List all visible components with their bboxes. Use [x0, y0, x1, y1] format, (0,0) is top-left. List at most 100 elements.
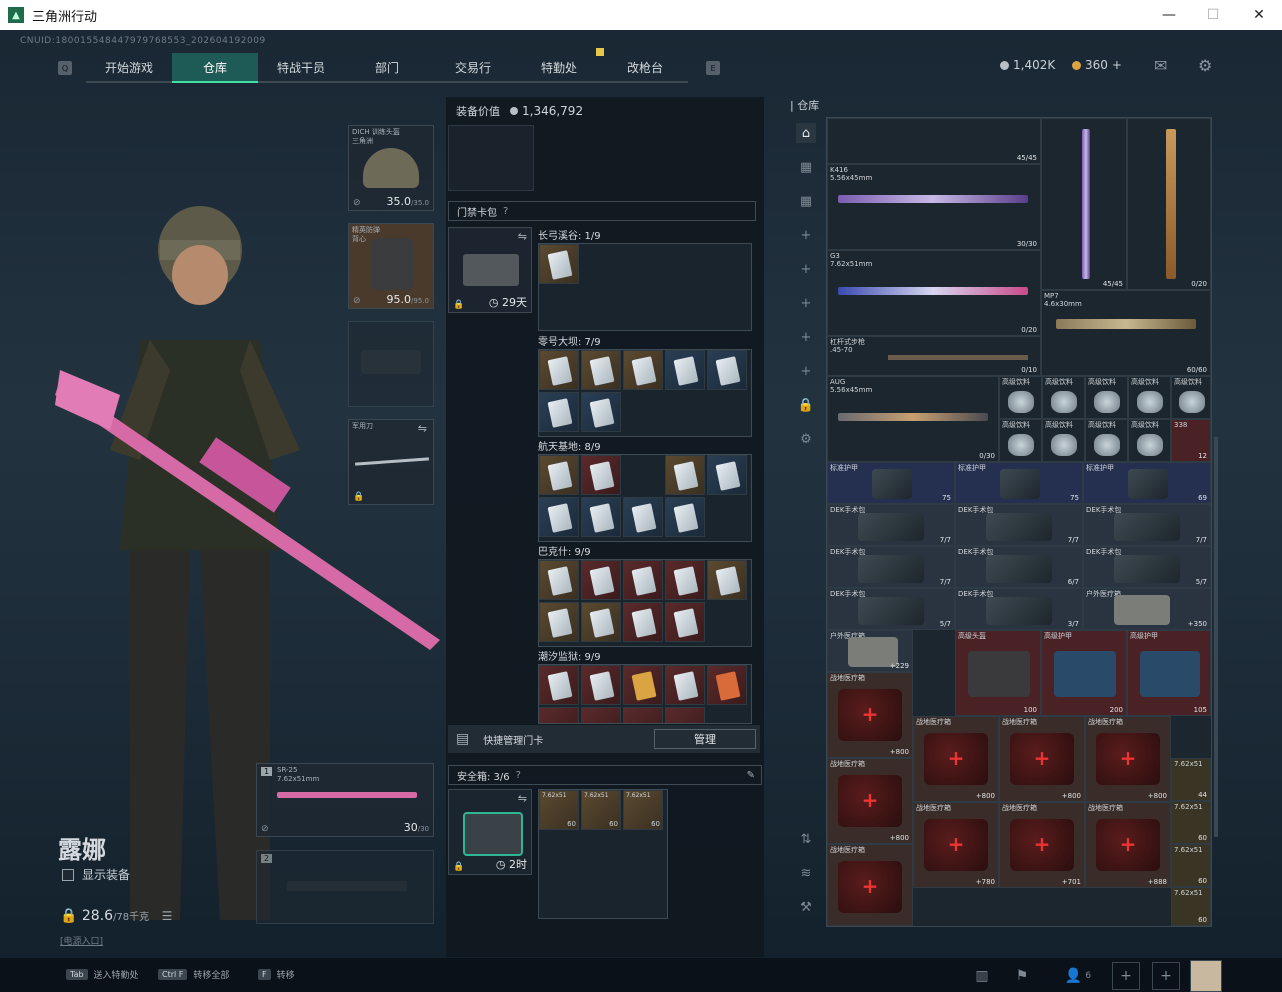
keycard-item[interactable]	[707, 350, 747, 390]
outdoor-medkit[interactable]: 户外医疗箱 +229	[827, 630, 913, 672]
keycard-item[interactable]	[539, 707, 579, 723]
heavy-armor[interactable]: 高级护甲 105	[1127, 630, 1211, 716]
keycard-item[interactable]	[581, 497, 621, 537]
warehouse-tab-icon[interactable]: ▦	[796, 191, 816, 211]
keycard-item[interactable]	[623, 350, 663, 390]
surgery-kit[interactable]: DEK手术包 5/7	[1083, 546, 1211, 588]
hint-transfer[interactable]: F 转移	[258, 968, 295, 981]
drink-item[interactable]: 高级饮料	[1128, 376, 1171, 419]
warehouse-all-tab-icon[interactable]: ⌂	[796, 123, 816, 143]
hint-send-special[interactable]: Tab 送入特勤处	[66, 968, 139, 981]
keycard-item[interactable]	[539, 497, 579, 537]
weapon-k416[interactable]: K416 5.56x45mm 30/30	[827, 164, 1041, 250]
add-teammate-button[interactable]: +	[1152, 962, 1180, 990]
keycard-item[interactable]	[581, 707, 621, 723]
surgery-kit[interactable]: DEK手术包 7/7	[1083, 504, 1211, 546]
drink-item[interactable]: 高级饮料	[999, 419, 1042, 462]
settings-tab-icon[interactable]: ⚙	[796, 429, 816, 449]
ammo-item[interactable]: 7.62x51 60	[1171, 801, 1211, 844]
keycard-item[interactable]	[581, 560, 621, 600]
keycard-item[interactable]	[665, 560, 705, 600]
tab-start-game[interactable]: 开始游戏	[86, 53, 172, 83]
stats-icon[interactable]: ▥	[968, 962, 996, 990]
field-medkit[interactable]: 战地医疗箱+780	[913, 802, 999, 888]
drink-stack-item[interactable]: 338 12	[1171, 419, 1211, 462]
keycard-item[interactable]	[665, 602, 705, 642]
keycard-item[interactable]	[581, 665, 621, 705]
weapon-g3[interactable]: G3 7.62x51mm 0/20	[827, 250, 1041, 336]
add-tab-icon[interactable]: +	[796, 327, 816, 347]
keycard-item[interactable]	[623, 665, 663, 705]
show-equipment-checkbox[interactable]	[62, 868, 74, 881]
keycard-item[interactable]	[665, 707, 705, 723]
drink-item[interactable]: 高级饮料	[1085, 419, 1128, 462]
flag-icon[interactable]: ⚑	[1008, 962, 1036, 990]
field-medkit[interactable]: 战地医疗箱+800	[999, 716, 1085, 802]
field-medkit[interactable]: 战地医疗箱+888	[1085, 802, 1171, 888]
drink-item[interactable]: 高级饮料	[1042, 376, 1085, 419]
pin-icon[interactable]: ✎	[747, 770, 755, 781]
keycard-item[interactable]	[539, 665, 579, 705]
ammo-item[interactable]: 7.62x51 44	[1171, 758, 1211, 801]
keycard-item[interactable]	[539, 455, 579, 495]
surgery-kit[interactable]: DEK手术包 5/7	[827, 588, 955, 630]
standard-armor[interactable]: 标准护甲 75	[955, 462, 1083, 504]
keycard-item[interactable]	[581, 392, 621, 432]
mail-icon[interactable]: ✉	[1154, 56, 1167, 75]
drink-item[interactable]: 高级饮料	[1042, 419, 1085, 462]
swap-icon[interactable]: ⇋	[518, 230, 527, 243]
swap-icon[interactable]: ⇋	[418, 422, 427, 435]
heavy-armor[interactable]: 高级护甲 200	[1041, 630, 1127, 716]
keycard-header[interactable]: 门禁卡包 ?	[448, 201, 756, 221]
settings-gear-icon[interactable]: ⚙	[1198, 56, 1212, 75]
tab-trade[interactable]: 交易行	[430, 53, 516, 83]
standard-armor[interactable]: 标准护甲 75	[827, 462, 955, 504]
keycard-item[interactable]	[665, 497, 705, 537]
currency-gold[interactable]: 360 +	[1072, 58, 1122, 72]
lock-tab-icon[interactable]: 🔒	[796, 395, 816, 415]
weapon-lever-rifle[interactable]: 杠杆式步枪 .45-70 0/10	[827, 336, 1041, 376]
drink-item[interactable]: 高级饮料	[1085, 376, 1128, 419]
weight-list-icon[interactable]: ☰	[162, 909, 173, 923]
sort-icon[interactable]: ⇅	[796, 829, 816, 849]
surgery-kit[interactable]: DEK手术包 7/7	[827, 546, 955, 588]
prev-tab-key[interactable]: Q	[58, 61, 72, 75]
secondary-weapon-slot[interactable]: 2	[256, 850, 434, 924]
surgery-kit[interactable]: DEK手术包 6/7	[955, 546, 1083, 588]
safebox-slot[interactable]: ⇋ 🔒 ◷ 2时	[448, 789, 532, 875]
surgery-kit[interactable]: DEK手术包 7/7	[955, 504, 1083, 546]
help-icon[interactable]: ?	[516, 770, 521, 781]
weight-link[interactable]: [电源入口]	[60, 934, 103, 947]
tab-warehouse[interactable]: 仓库	[172, 53, 258, 83]
next-tab-key[interactable]: E	[706, 61, 720, 75]
tab-operators[interactable]: 特战干员	[258, 53, 344, 83]
add-tab-icon[interactable]: +	[796, 361, 816, 381]
field-medkit[interactable]: 战地医疗箱+701	[999, 802, 1085, 888]
magazine-item[interactable]: 45/45	[827, 118, 1041, 164]
surgery-kit[interactable]: DEK手术包 3/7	[955, 588, 1083, 630]
keycard-item[interactable]	[707, 560, 747, 600]
field-medkit[interactable]: 战地医疗箱	[827, 844, 913, 926]
drink-item[interactable]: 高级饮料	[999, 376, 1042, 419]
keycard-item[interactable]	[707, 665, 747, 705]
ammo-item[interactable]: 7.62x51 60	[623, 790, 663, 830]
pouch-slot[interactable]	[448, 125, 534, 191]
tools-icon[interactable]: ⚒	[796, 897, 816, 917]
swap-icon[interactable]: ⇋	[518, 792, 527, 805]
field-medkit[interactable]: 战地医疗箱+800	[913, 716, 999, 802]
ammo-item[interactable]: 7.62x51 60	[581, 790, 621, 830]
warehouse-scrollbar[interactable]	[1214, 437, 1218, 837]
helmet-slot[interactable]: DICH 训练头盔 三角洲 ⊘ 35.0/35.0	[348, 125, 434, 211]
tab-department[interactable]: 部门	[344, 53, 430, 83]
field-medkit[interactable]: 战地医疗箱+800	[827, 758, 913, 844]
ammo-item[interactable]: 7.62x51 60	[1171, 844, 1211, 887]
tab-special-ops[interactable]: 特勤处	[516, 53, 602, 83]
show-equipment-toggle[interactable]: 显示装备	[62, 866, 130, 883]
field-medkit[interactable]: 战地医疗箱+800	[827, 672, 913, 758]
help-icon[interactable]: ?	[503, 206, 508, 217]
maximize-button[interactable]: ☐	[1190, 0, 1236, 30]
keycard-item[interactable]	[623, 602, 663, 642]
keycard-bag-slot[interactable]: ⇋ 🔒 ◷ 29天	[448, 227, 532, 313]
tab-gunsmith[interactable]: 改枪台	[602, 53, 688, 83]
keycard-item[interactable]	[707, 455, 747, 495]
